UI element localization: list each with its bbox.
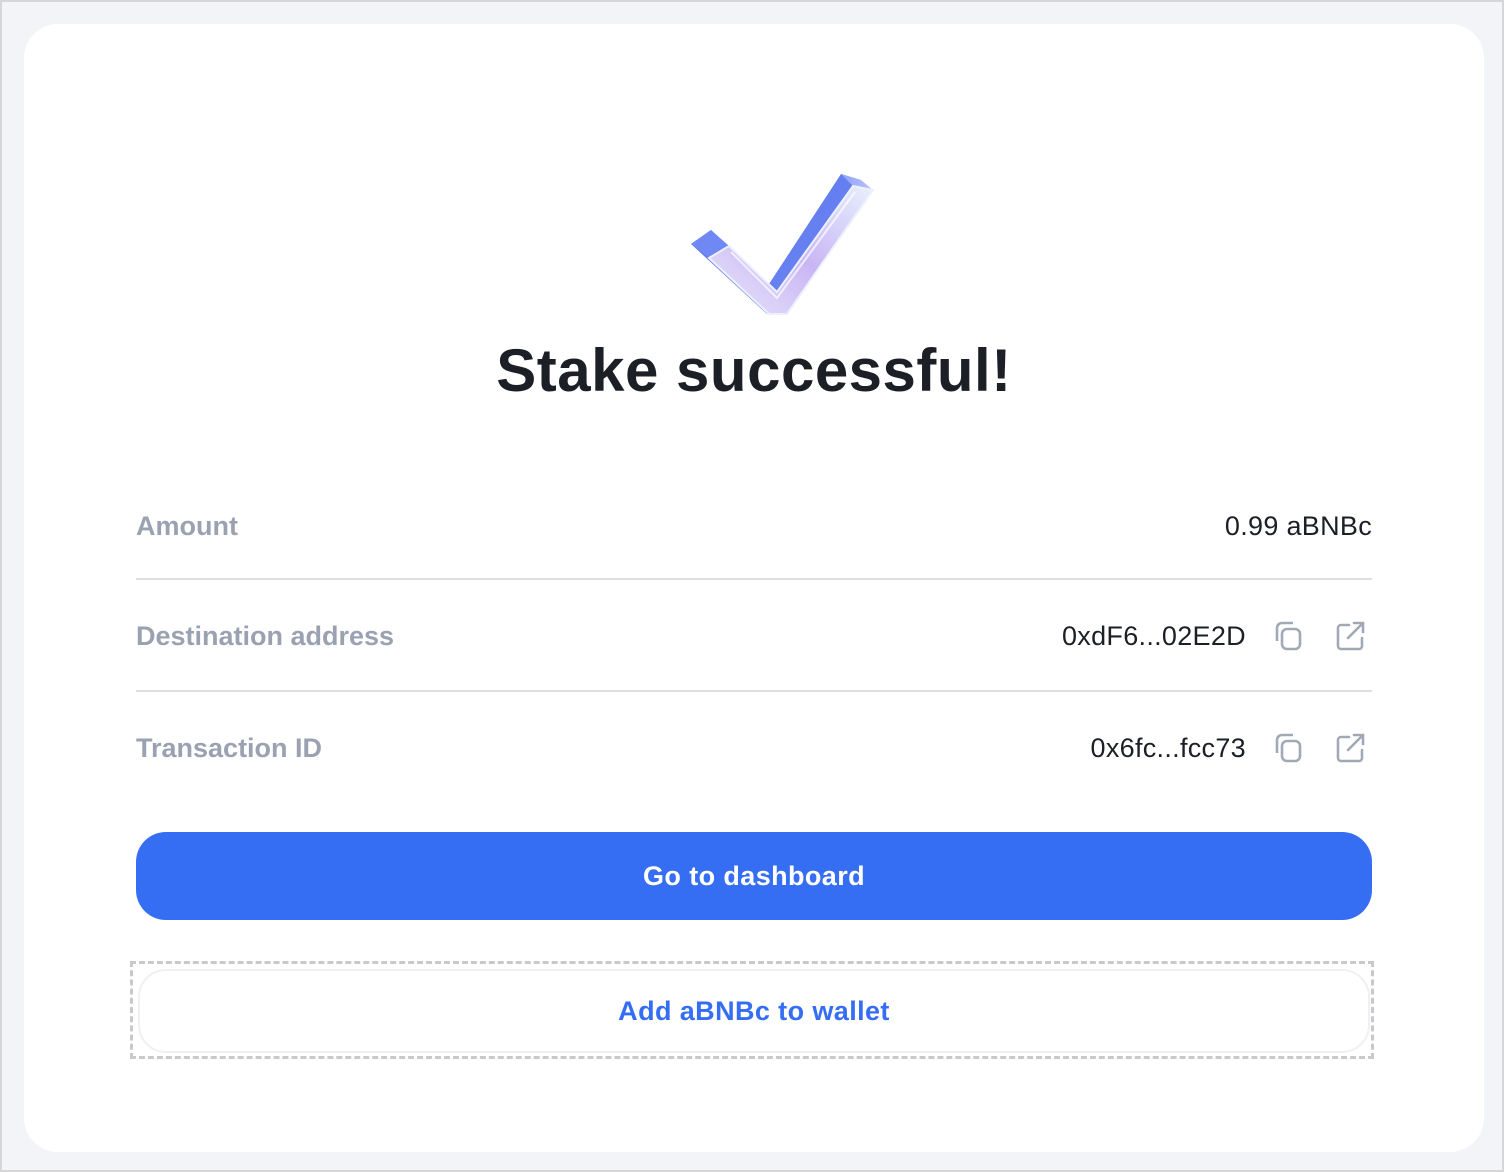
detail-row-destination-address: Destination address 0xdF6...02E2D bbox=[136, 580, 1372, 692]
detail-value-group: 0.99 aBNBc bbox=[1225, 511, 1372, 542]
detail-value-group: 0xdF6...02E2D bbox=[1062, 616, 1372, 656]
copy-icon[interactable] bbox=[1268, 728, 1308, 768]
go-to-dashboard-button[interactable]: Go to dashboard bbox=[136, 832, 1372, 920]
detail-label: Transaction ID bbox=[136, 732, 323, 763]
external-link-icon[interactable] bbox=[1330, 728, 1370, 768]
add-to-wallet-button[interactable]: Add aBNBc to wallet bbox=[138, 969, 1370, 1053]
window-frame: Stake successful! Amount 0.99 aBNBc Dest… bbox=[0, 0, 1504, 1172]
success-card: Stake successful! Amount 0.99 aBNBc Dest… bbox=[24, 24, 1484, 1152]
detail-label: Destination address bbox=[136, 620, 395, 651]
detail-row-transaction-id: Transaction ID 0x6fc...fcc73 bbox=[136, 692, 1372, 804]
page-title: Stake successful! bbox=[496, 337, 1012, 404]
detail-value: 0.99 aBNBc bbox=[1224, 510, 1372, 541]
detail-value: 0x6fc...fcc73 bbox=[1090, 732, 1246, 763]
external-link-icon[interactable] bbox=[1330, 616, 1370, 656]
checkmark-icon bbox=[669, 152, 879, 322]
detail-row-amount: Amount 0.99 aBNBc bbox=[136, 472, 1372, 580]
detail-value-group: 0x6fc...fcc73 bbox=[1091, 728, 1372, 768]
copy-icon[interactable] bbox=[1268, 616, 1308, 656]
detail-value: 0xdF6...02E2D bbox=[1061, 620, 1246, 651]
details-list: Amount 0.99 aBNBc Destination address 0x… bbox=[136, 472, 1372, 804]
detail-label: Amount bbox=[136, 510, 238, 541]
